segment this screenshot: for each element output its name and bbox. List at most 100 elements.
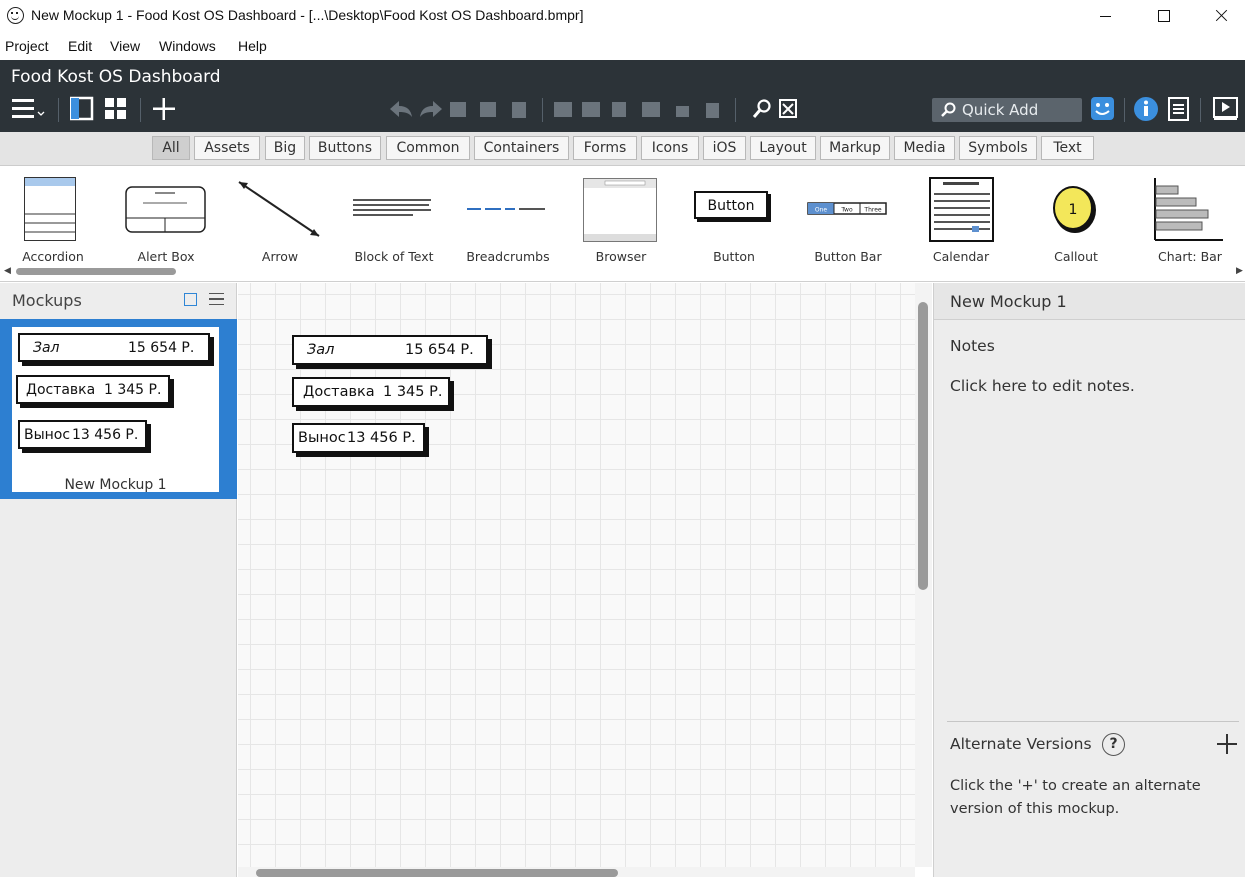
- widget-label: Вынос: [298, 430, 346, 446]
- filter-tab-icons[interactable]: Icons: [641, 136, 699, 160]
- library-item-breadcrumbs[interactable]: Breadcrumbs: [451, 166, 565, 270]
- library-item-label: Block of Text: [354, 249, 434, 264]
- copy-icon: [480, 102, 496, 117]
- grid-view-icon[interactable]: [104, 96, 128, 122]
- filter-tab-containers[interactable]: Containers: [474, 136, 569, 160]
- widget-label: Доставка: [303, 384, 375, 400]
- filter-tab-text[interactable]: Text: [1041, 136, 1094, 160]
- filter-tab-buttons[interactable]: Buttons: [309, 136, 381, 160]
- filter-tab-all[interactable]: All: [152, 136, 190, 160]
- mockup-thumbnail: Зал 15 654 Р. Доставка 1 345 Р. Вынос 13…: [12, 327, 219, 493]
- mockup-name-label: New Mockup 1: [64, 477, 167, 493]
- library-item-block-of-text[interactable]: Block of Text: [337, 166, 451, 270]
- menu-edit[interactable]: Edit: [68, 38, 92, 54]
- callout-thumbnail: 1: [1053, 186, 1096, 233]
- add-alternate-version-icon[interactable]: [1217, 734, 1237, 754]
- widget-label: Зал: [307, 342, 335, 358]
- button-thumbnail: Button: [694, 191, 771, 222]
- library-item-label: Calendar: [932, 249, 990, 264]
- library-item-callout[interactable]: 1 Callout: [1019, 166, 1133, 270]
- info-icon[interactable]: [1133, 96, 1159, 122]
- smiley-feedback-icon[interactable]: [1090, 96, 1116, 122]
- widget-hall-revenue[interactable]: Зал 15 654 Р.: [292, 335, 488, 365]
- properties-panel: New Mockup 1 Notes Click here to edit no…: [933, 283, 1245, 877]
- library-item-alert-box[interactable]: Alert Box: [109, 166, 223, 270]
- canvas-vertical-scroll-thumb[interactable]: [918, 302, 928, 590]
- quick-add-input[interactable]: Quick Add: [932, 98, 1082, 122]
- add-mockup-icon[interactable]: [152, 96, 176, 122]
- close-window-button[interactable]: [1199, 0, 1245, 32]
- filter-tab-layout[interactable]: Layout: [750, 136, 816, 160]
- library-item-chart-bar[interactable]: Chart: Bar: [1133, 166, 1245, 270]
- library-filter-bar: All Assets Big Buttons Common Containers…: [0, 132, 1245, 166]
- library-item-accordion[interactable]: Accordion: [0, 166, 110, 270]
- library-item-button-bar[interactable]: One Two Three Button Bar: [791, 166, 905, 270]
- library-item-calendar[interactable]: Calendar: [904, 166, 1018, 270]
- button-bar-thumbnail: One Two Three: [807, 202, 887, 215]
- filter-tab-forms[interactable]: Forms: [573, 136, 637, 160]
- chart-bar-thumbnail: [1154, 178, 1223, 241]
- design-canvas[interactable]: Зал 15 654 Р. Доставка 1 345 Р. Вынос 13…: [238, 283, 915, 867]
- toolbar-separator: [140, 98, 141, 122]
- properties-panel-icon[interactable]: [1167, 96, 1191, 122]
- arrow-thumbnail: [238, 181, 320, 237]
- menu-project[interactable]: Project: [5, 38, 49, 54]
- library-scroll-right-icon[interactable]: ▶: [1236, 266, 1243, 276]
- hamburger-menu-icon[interactable]: [12, 96, 48, 122]
- filter-tab-ios[interactable]: iOS: [703, 136, 746, 160]
- library-item-label: Chart: Bar: [1158, 249, 1222, 264]
- library-scrollbar[interactable]: [16, 268, 176, 275]
- single-thumbnail-view-icon[interactable]: [184, 293, 197, 306]
- maximize-button[interactable]: [1140, 0, 1186, 32]
- menu-bar: Project Edit View Windows Help: [0, 36, 1245, 58]
- button-bar-thumb-text: One: [815, 207, 828, 214]
- library-item-arrow[interactable]: Arrow: [223, 166, 337, 270]
- mockup-name-field[interactable]: New Mockup 1: [950, 292, 1067, 311]
- library-item-browser[interactable]: Browser: [564, 166, 678, 270]
- button-bar-thumb-text: Two: [840, 207, 853, 214]
- search-icon: [757, 99, 771, 113]
- window-title: New Mockup 1 - Food Kost OS Dashboard - …: [31, 7, 584, 23]
- library-scroll-left-icon[interactable]: ◀: [4, 266, 11, 276]
- align-icon: [642, 102, 660, 117]
- filter-tab-assets[interactable]: Assets: [194, 136, 260, 160]
- menu-windows[interactable]: Windows: [159, 38, 216, 54]
- thumb-widget-hall: Зал 15 654 Р.: [18, 333, 210, 362]
- list-view-icon[interactable]: [209, 293, 224, 305]
- menu-help[interactable]: Help: [238, 38, 267, 54]
- widget-takeaway-revenue[interactable]: Вынос 13 456 Р.: [292, 423, 425, 453]
- mockup-list-item[interactable]: Зал 15 654 Р. Доставка 1 345 Р. Вынос 13…: [0, 319, 237, 499]
- component-library: Accordion Alert Box Arrow Block of Text …: [0, 166, 1245, 282]
- library-item-label: Button Bar: [814, 249, 882, 264]
- menu-view[interactable]: View: [110, 38, 140, 54]
- calendar-thumbnail: [929, 177, 994, 242]
- filter-tab-big[interactable]: Big: [265, 136, 305, 160]
- edit-toolbar: [390, 99, 797, 118]
- window-title-bar: New Mockup 1 - Food Kost OS Dashboard - …: [0, 0, 1245, 32]
- minimize-button[interactable]: [1082, 0, 1128, 32]
- properties-header: New Mockup 1: [934, 283, 1245, 320]
- filter-tab-media[interactable]: Media: [894, 136, 955, 160]
- library-item-label: Breadcrumbs: [466, 249, 550, 264]
- notes-editor[interactable]: Click here to edit notes.: [950, 377, 1135, 395]
- ungroup-icon: [582, 102, 600, 117]
- presentation-mode-icon[interactable]: [1213, 96, 1239, 122]
- canvas-horizontal-scroll-thumb[interactable]: [256, 869, 618, 877]
- single-view-icon[interactable]: [70, 96, 94, 122]
- filter-tab-common[interactable]: Common: [386, 136, 470, 160]
- toolbar-separator: [542, 98, 543, 122]
- filter-tab-symbols[interactable]: Symbols: [959, 136, 1037, 160]
- alternate-versions-help: Click the '+' to create an alternate ver…: [950, 778, 1201, 817]
- toolbar-separator: [58, 98, 59, 122]
- arrange-icon: [612, 102, 626, 117]
- lock-icon: [676, 106, 689, 117]
- button-bar-thumb-text: Three: [863, 207, 881, 214]
- help-icon[interactable]: ?: [1102, 733, 1125, 756]
- widget-delivery-revenue[interactable]: Доставка 1 345 Р.: [292, 377, 450, 407]
- toolbar-separator: [1200, 98, 1201, 122]
- toolbar-separator: [1124, 98, 1125, 122]
- widget-value: 15 654 Р.: [405, 342, 474, 358]
- filter-tab-markup[interactable]: Markup: [820, 136, 890, 160]
- library-item-button[interactable]: Button Button: [677, 166, 791, 270]
- thumb-widget-delivery: Доставка 1 345 Р.: [16, 375, 170, 404]
